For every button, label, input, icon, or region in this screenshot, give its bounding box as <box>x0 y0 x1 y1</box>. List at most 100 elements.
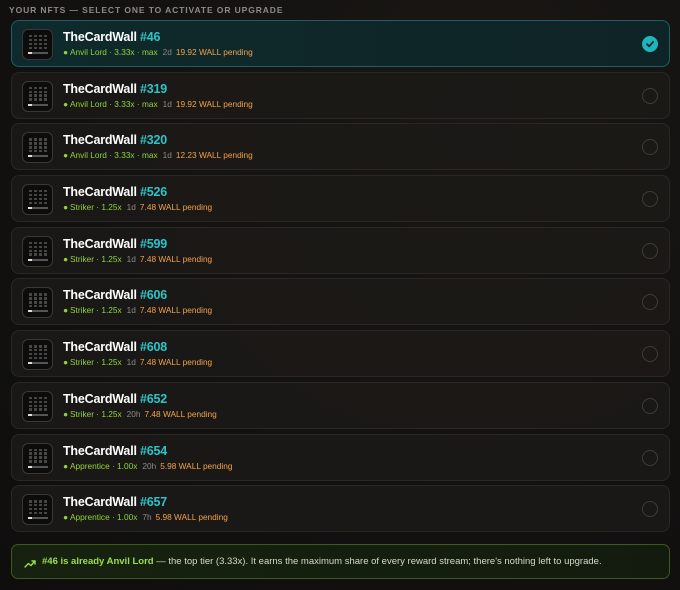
nft-tier: Anvil Lord · 3.33x · max <box>70 150 158 161</box>
select-radio[interactable] <box>642 191 658 208</box>
nft-meta: ● Apprentice · 1.00x 7h 5.98 WALL pending <box>63 512 228 522</box>
status-dot-icon: ● <box>63 408 69 419</box>
nft-row[interactable]: TheCardWall #599 ● Striker · 1.25x 1d 7.48 W… <box>11 226 670 274</box>
select-radio[interactable] <box>642 294 658 311</box>
nft-age: 1d <box>126 305 136 316</box>
nft-thumbnail <box>22 132 53 164</box>
nft-number: #606 <box>140 288 168 303</box>
nft-tier: Striker · 1.25x <box>70 408 122 419</box>
nft-pending: 5.98 WALL pending <box>160 460 233 471</box>
status-dot-icon: ● <box>63 47 69 57</box>
select-radio[interactable] <box>642 139 658 156</box>
nft-age: 1d <box>126 202 136 213</box>
nft-tier: Striker · 1.25x <box>70 357 122 368</box>
nft-thumbnail <box>22 235 53 267</box>
nft-title: TheCardWall #320 <box>63 133 167 147</box>
nft-row[interactable]: TheCardWall #320 ● Anvil Lord · 3.33x · ma… <box>11 123 670 171</box>
nft-meta: ● Striker · 1.25x 1d 7.48 WALL pending <box>63 202 212 212</box>
nft-thumbnail <box>22 339 53 371</box>
nft-age: 1d <box>162 150 172 161</box>
nft-tier: Anvil Lord · 3.33x · max <box>70 98 158 109</box>
status-dot-icon: ● <box>63 150 69 161</box>
select-radio[interactable] <box>642 501 658 518</box>
upgrade-notice: #46 is already Anvil Lord — the top tier… <box>11 544 670 579</box>
nft-name: TheCardWall <box>63 288 137 303</box>
nft-number: #319 <box>140 81 168 96</box>
nft-pending: 7.48 WALL pending <box>139 253 213 264</box>
select-radio[interactable] <box>642 449 658 466</box>
nft-title: TheCardWall #652 <box>63 392 167 406</box>
nft-tier: Striker · 1.25x <box>70 305 122 316</box>
nft-pending: 12.23 WALL pending <box>175 150 253 161</box>
nft-pending: 5.98 WALL pending <box>155 512 228 523</box>
nft-meta: ● Striker · 1.25x 1d 7.48 WALL pending <box>63 305 212 315</box>
nft-title: TheCardWall #319 <box>63 82 167 96</box>
nft-age: 20h <box>126 408 141 419</box>
select-radio[interactable] <box>642 397 658 414</box>
notice-highlight: #46 is already Anvil Lord <box>42 556 154 567</box>
nft-tier: Striker · 1.25x <box>70 253 122 264</box>
status-dot-icon: ● <box>63 460 69 471</box>
select-radio[interactable] <box>642 87 658 104</box>
nft-name: TheCardWall <box>63 443 137 458</box>
nft-name: TheCardWall <box>63 236 137 251</box>
nft-title: TheCardWall #599 <box>63 237 167 251</box>
nft-pending: 7.48 WALL pending <box>139 202 213 213</box>
status-dot-icon: ● <box>63 305 69 316</box>
nft-age: 1d <box>126 357 136 368</box>
nft-age: 7h <box>142 512 152 523</box>
nft-thumbnail <box>22 29 53 60</box>
nft-pending: 19.92 WALL pending <box>175 47 253 57</box>
nft-thumbnail <box>22 390 53 422</box>
nft-name: TheCardWall <box>63 495 137 510</box>
nft-thumbnail <box>22 287 53 319</box>
nft-meta: ● Anvil Lord · 3.33x · max 1d 12.23 WALL pe… <box>63 150 253 160</box>
nft-age: 2d <box>162 47 172 57</box>
select-radio[interactable] <box>642 36 658 52</box>
nft-pending: 7.48 WALL pending <box>139 305 213 316</box>
nft-number: #654 <box>140 443 168 458</box>
section-heading: YOUR NFTS — SELECT ONE TO ACTIVATE OR UP… <box>9 5 284 15</box>
nft-number: #652 <box>140 391 168 406</box>
nft-meta: ● Striker · 1.25x 20h 7.48 WALL pending <box>63 409 217 419</box>
nft-row[interactable]: TheCardWall #46 ● Anvil Lord · 3.33x · max… <box>11 20 670 67</box>
nft-number: #608 <box>140 340 168 355</box>
status-dot-icon: ● <box>63 512 69 523</box>
nft-row[interactable]: TheCardWall #526 ● Striker · 1.25x 1d 7.48 W… <box>11 175 670 223</box>
nft-name: TheCardWall <box>63 81 137 96</box>
nft-name: TheCardWall <box>63 133 137 148</box>
nft-title: TheCardWall #606 <box>63 288 167 302</box>
status-dot-icon: ● <box>63 357 69 368</box>
nft-title: TheCardWall #46 <box>63 30 160 44</box>
select-radio[interactable] <box>642 346 658 363</box>
nft-title: TheCardWall #657 <box>63 495 167 509</box>
nft-age: 1d <box>126 253 136 264</box>
nft-number: #46 <box>140 30 161 44</box>
status-dot-icon: ● <box>63 98 69 109</box>
nft-row[interactable]: TheCardWall #654 ● Apprentice · 1.00x 20h 5.… <box>11 433 670 481</box>
nft-name: TheCardWall <box>63 340 137 355</box>
nft-row[interactable]: TheCardWall #657 ● Apprentice · 1.00x 7h 5.9… <box>11 485 670 533</box>
nft-pending: 7.48 WALL pending <box>139 357 213 368</box>
nft-thumbnail <box>22 184 53 216</box>
nft-row[interactable]: TheCardWall #608 ● Striker · 1.25x 1d 7.48 W… <box>11 330 670 378</box>
nft-title: TheCardWall #608 <box>63 340 167 354</box>
nft-row[interactable]: TheCardWall #319 ● Anvil Lord · 3.33x · ma… <box>11 71 670 119</box>
status-dot-icon: ● <box>63 202 69 213</box>
nft-tier: Anvil Lord · 3.33x · max <box>70 47 158 57</box>
nft-row[interactable]: TheCardWall #652 ● Striker · 1.25x 20h 7.48 … <box>11 381 670 429</box>
nft-name: TheCardWall <box>63 391 137 406</box>
nft-name: TheCardWall <box>63 185 137 200</box>
nft-pending: 7.48 WALL pending <box>144 408 217 419</box>
nft-title: TheCardWall #526 <box>63 185 167 199</box>
select-radio[interactable] <box>642 242 658 259</box>
nft-age: 1d <box>162 98 172 109</box>
nft-tier: Apprentice · 1.00x <box>70 460 138 471</box>
nft-row[interactable]: TheCardWall #606 ● Striker · 1.25x 1d 7.48 W… <box>11 278 670 326</box>
nft-number: #599 <box>140 236 168 251</box>
nft-meta: ● Anvil Lord · 3.33x · max 1d 19.92 WALL pe… <box>63 99 253 109</box>
nft-number: #320 <box>140 133 168 148</box>
nft-number: #526 <box>140 185 168 200</box>
trending-up-icon <box>24 556 36 574</box>
nft-meta: ● Apprentice · 1.00x 20h 5.98 WALL pending <box>63 461 232 471</box>
